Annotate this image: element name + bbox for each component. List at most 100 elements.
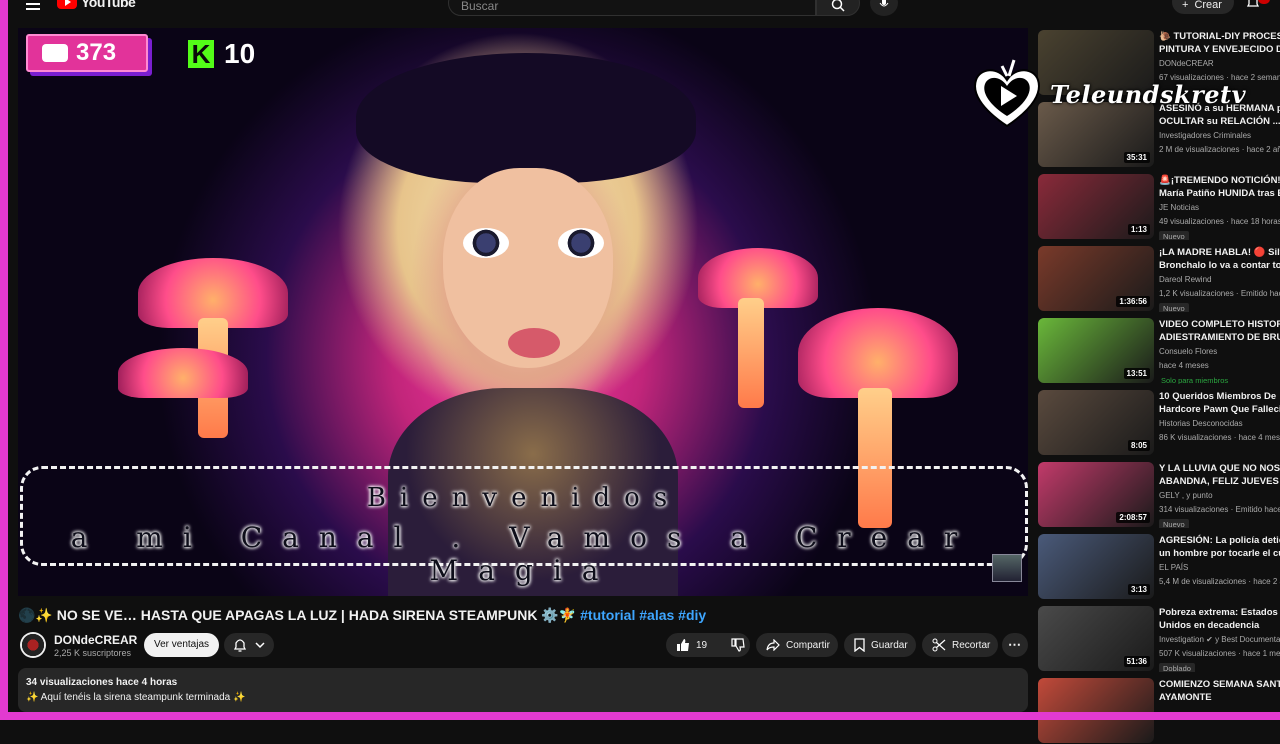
recommended-title-line: 🚨¡TREMENDO NOTICIÓN!🚨 [1159,175,1280,186]
thumbs-down-icon[interactable] [731,638,745,652]
recommended-channel[interactable]: Dareol Rewind [1159,275,1211,284]
duration-badge: 51:36 [1123,656,1150,667]
channel-avatar[interactable] [20,632,46,658]
video-title-text: 🌑✨ NO SE VE… HASTA QUE APAGAS LA LUZ | H… [18,607,581,623]
voice-search-button[interactable] [870,0,898,16]
recommended-title-line: 🐌 TUTORIAL-DIY PROCESO [1159,31,1280,42]
search-icon [831,0,845,12]
mushroom-art [118,348,248,398]
video-hashtags[interactable]: #tutorial #alas #diy [580,607,706,623]
video-thumbnail[interactable]: 3:13 [1038,534,1154,599]
mushroom-art [798,308,958,398]
save-button[interactable]: Guardar [844,633,916,657]
recommended-title-line: AYAMONTE [1159,692,1212,703]
watermark-text: Teleundskretv [1050,80,1247,109]
more-actions-button[interactable]: ⋯ [1002,633,1028,657]
recommended-title-line: Y LA LLUVIA QUE NO NOS [1159,463,1280,474]
recommended-title[interactable]: VIDEO COMPLETO HISTORIA ADIESTRAMIENTO DE… [1159,318,1280,344]
view-perks-button[interactable]: Ver ventajas [144,633,219,657]
plus-icon: + [1182,0,1189,11]
search-placeholder: Buscar [461,0,499,13]
like-dislike-group: 19 [666,633,750,657]
video-thumbnail[interactable]: 51:36 [1038,606,1154,671]
menu-icon[interactable] [26,0,40,10]
duration-badge: 13:51 [1123,368,1150,379]
recommended-stats: 1,2 K visualizaciones · Emitido hace [1159,289,1280,298]
status-badge: Nuevo [1159,231,1189,240]
heart-play-logo-icon [974,59,1040,128]
recommended-stats: 507 K visualizaciones · hace 1 mes [1159,649,1280,658]
character-eye-art [558,228,604,258]
subscription-bell-button[interactable] [224,633,274,657]
video-thumbnail[interactable]: 13:51 [1038,318,1154,383]
recommended-title[interactable]: 🐌 TUTORIAL-DIY PROCESO PINTURA Y ENVEJECI… [1159,30,1280,56]
more-dots-icon: ⋯ [1008,637,1021,652]
recommended-channel[interactable]: EL PAÍS [1159,563,1188,572]
chevron-down-icon [255,642,265,649]
recommended-video[interactable]: 51:36 Pobreza extrema: Estados Unidos en d… [1038,606,1280,672]
video-thumbnail[interactable]: 2:08:57 [1038,462,1154,527]
recommended-title[interactable]: COMIENZO SEMANA SANTA AYAMONTE [1159,678,1280,704]
youtube-logo[interactable]: YouTube [57,0,136,10]
recommended-title[interactable]: 🚨¡TREMENDO NOTICIÓN!🚨 María Patiño HUNIDA… [1159,174,1280,200]
duration-badge: 2:08:57 [1116,512,1150,523]
recommended-title[interactable]: AGRESIÓN: La policía detiene a un hombre … [1159,534,1280,560]
like-count[interactable]: 19 [696,640,707,651]
recommended-video[interactable]: 2:08:57 Y LA LLUVIA QUE NO NOS ABANDNA, FE… [1038,462,1280,528]
kick-count: 10 [224,38,256,69]
thumbs-up-icon[interactable] [676,638,690,652]
create-label: Crear [1194,0,1222,11]
video-player[interactable]: 373 K 10 Bienvenidos a mi Canal . Vamos … [18,28,1028,596]
live-chat-counter: 373 [26,34,148,72]
clip-button[interactable]: Recortar [922,633,998,657]
recommended-title-line: María Patiño HUNIDA tras El [1159,188,1280,199]
witch-hat-art [356,53,696,183]
status-badge: Doblado [1159,663,1195,672]
duration-badge: 1:36:56 [1116,296,1150,307]
recommended-video[interactable]: 3:13 AGRESIÓN: La policía detiene a un hom… [1038,534,1280,600]
recommended-title-line: ABANDNA, FELIZ JUEVES [1159,476,1279,487]
duration-badge: 8:05 [1127,440,1150,451]
recommended-channel[interactable]: Investigation ✔ y Best Documentary [1159,635,1280,644]
live-chat-count: 373 [76,39,117,66]
recommended-channel[interactable]: Consuelo Flores [1159,347,1217,356]
share-button[interactable]: Compartir [756,633,838,657]
status-badge: Nuevo [1159,519,1189,528]
recommended-video[interactable]: 1:13 🚨¡TREMENDO NOTICIÓN!🚨 María Patiño HU… [1038,174,1280,240]
recommended-video[interactable]: 8:05 10 Queridos Miembros De Hardcore Pawn… [1038,390,1280,456]
search-input[interactable]: Buscar [448,0,816,16]
video-thumbnail[interactable] [1038,678,1154,743]
character-eye-art [463,228,509,258]
bell-icon [233,639,247,652]
recommended-title[interactable]: Pobreza extrema: Estados Unidos en decade… [1159,606,1280,632]
video-thumbnail[interactable]: 1:13 [1038,174,1154,239]
channel-watermark-thumb[interactable] [992,554,1022,582]
recommended-video[interactable]: 1:36:56 ¡LA MADRE HABLA! 🔴 Silvia Bronchal… [1038,246,1280,312]
telenda-watermark: Teleundskretv [970,58,1246,138]
recommended-stats: 5,4 M de visualizaciones · hace 2 años [1159,577,1280,586]
status-badge: Solo para miembros [1161,376,1229,384]
search-button[interactable] [816,0,860,16]
create-button[interactable]: + Crear [1172,0,1234,14]
recommended-channel[interactable]: Historias Desconocidas [1159,419,1243,428]
recommended-title-line: AGRESIÓN: La policía detiene a [1159,535,1280,546]
recommended-video[interactable]: 13:51 VIDEO COMPLETO HISTORIA ADIESTRAMIEN… [1038,318,1280,384]
video-thumbnail[interactable]: 8:05 [1038,390,1154,455]
youtube-play-icon [57,0,77,9]
welcome-banner: Bienvenidos a mi Canal . Vamos a Crear M… [20,466,1028,587]
recommended-title[interactable]: ¡LA MADRE HABLA! 🔴 Silvia Bronchalo lo va… [1159,246,1280,272]
recommended-channel[interactable]: JE Noticias [1159,203,1199,212]
recommended-title-line: VIDEO COMPLETO HISTORIA [1159,319,1280,330]
recommended-channel[interactable]: GELY , y punto [1159,491,1213,500]
video-thumbnail[interactable]: 1:36:56 [1038,246,1154,311]
recommended-stats: hace 4 meses [1159,361,1209,370]
channel-name[interactable]: DONdeCREAR [54,633,137,647]
description-text: ✨ Aquí tenéis la sirena steampunk termin… [26,692,246,703]
microphone-icon [879,0,889,7]
recommended-title[interactable]: 10 Queridos Miembros De Hardcore Pawn Que… [1159,390,1280,416]
recommended-title[interactable]: Y LA LLUVIA QUE NO NOS ABANDNA, FELIZ JUE… [1159,462,1280,488]
recommended-video[interactable]: COMIENZO SEMANA SANTA AYAMONTE [1038,678,1280,744]
kick-counter: K 10 [188,38,255,70]
description-box[interactable]: 34 visualizaciones hace 4 horas ✨ Aquí t… [18,668,1028,712]
duration-badge: 1:13 [1127,224,1150,235]
